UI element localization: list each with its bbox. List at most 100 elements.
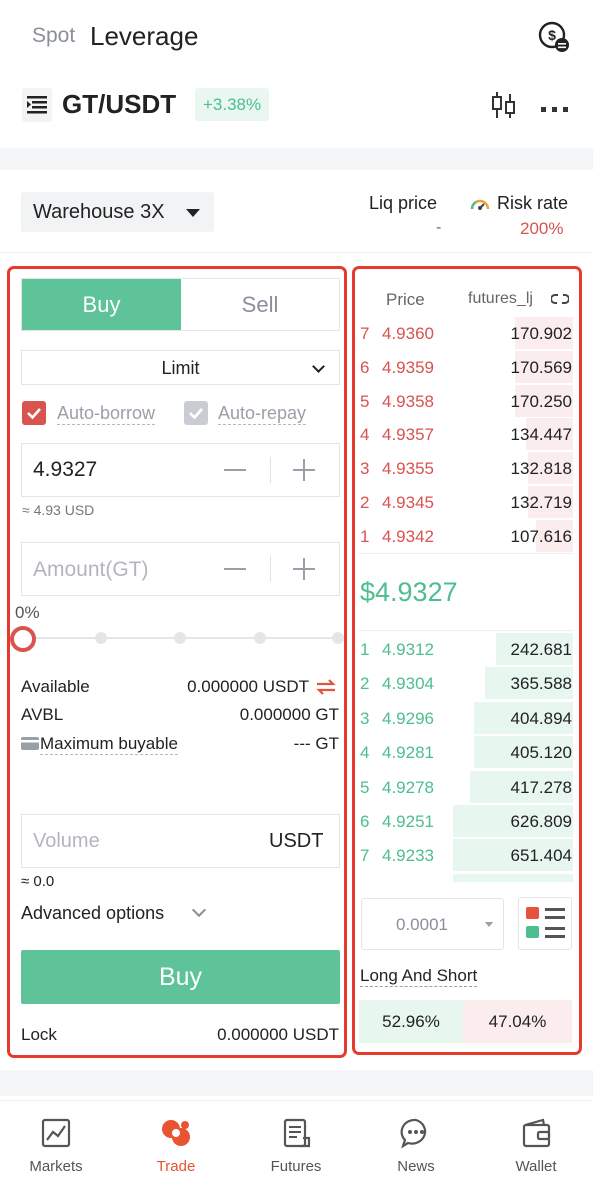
bid-row[interactable]: 1 4.9312 242.681 [358,632,573,666]
slider-step-75[interactable] [254,632,266,644]
long-short-label[interactable]: Long And Short [360,966,478,987]
ask-row[interactable]: 2 4.9345 132.719 [358,485,573,519]
card-icon [21,737,39,750]
ask-row[interactable]: 5 4.9358 170.250 [358,384,573,418]
amount-increase-icon[interactable] [291,556,317,582]
divider [270,556,271,582]
pair-change-badge: +3.38% [195,88,270,121]
nav-futures[interactable]: Futures [246,1110,346,1190]
pair-list-menu-icon[interactable] [22,88,52,122]
bid-row[interactable]: 3 4.9296 404.894 [358,701,573,735]
bid-qty: 651.404 [510,846,572,866]
advanced-options-toggle[interactable]: Advanced options [21,903,164,924]
lock-label: Lock [21,1025,57,1044]
available-label: Available [21,677,90,696]
bid-row[interactable]: 4 4.9281 405.120 [358,735,573,769]
slider-step-25[interactable] [95,632,107,644]
max-buyable-label[interactable]: Maximum buyable [40,734,178,755]
auto-borrow-label[interactable]: Auto-borrow [57,403,156,425]
warehouse-label: Warehouse 3X [33,201,165,223]
nav-trade[interactable]: Trade [126,1110,226,1190]
transfer-icon[interactable] [315,678,337,696]
leverage-tab[interactable]: Leverage [90,21,198,52]
bid-index: 6 [360,812,370,831]
spot-tab[interactable]: Spot [32,24,75,48]
divider [0,1100,593,1101]
bid-row[interactable]: 6 4.9251 626.809 [358,804,573,838]
ask-row[interactable]: 1 4.9342 107.616 [358,519,573,553]
avbl-label: AVBL [21,705,64,724]
volume-placeholder[interactable]: Volume [33,830,100,853]
bid-index: 1 [360,640,370,659]
ask-index: 7 [360,324,370,343]
ask-row[interactable]: 7 4.9360 170.902 [358,316,573,350]
bid-qty: 242.681 [510,640,572,659]
liq-price-value: - [436,219,442,236]
bid-index: 5 [360,777,370,797]
slider-step-100[interactable] [332,632,344,644]
switch-unit-icon[interactable] [550,292,570,306]
sell-tab[interactable]: Sell [181,279,339,330]
ask-row[interactable]: 4 4.9357 134.447 [358,417,573,451]
bid-price: 4.9278 [382,777,434,797]
slider-step-50[interactable] [174,632,186,644]
nav-label: Wallet [515,1158,557,1175]
available-value: 0.000000 USDT [187,677,309,696]
nav-markets[interactable]: Markets [6,1110,106,1190]
precision-select[interactable]: 0.0001 [361,898,504,950]
more-options-icon[interactable] [540,101,570,112]
price-decrease-icon[interactable] [222,457,248,483]
volume-estimate: ≈ 0.0 [21,873,55,890]
bid-row[interactable]: 2 4.9304 365.588 [358,666,573,700]
dollar-exchange-icon[interactable]: $ [537,20,571,54]
caret-down-icon [186,209,200,217]
orderbook-price-header: Price [386,290,425,309]
ask-row[interactable]: 6 4.9359 170.569 [358,350,573,384]
ask-price: 4.9357 [382,425,434,445]
price-input-value[interactable]: 4.9327 [33,458,97,482]
bid-price: 4.9296 [382,708,434,728]
nav-label: News [397,1158,435,1175]
bid-qty: 688.508 [511,881,572,882]
ask-index: 5 [360,391,370,411]
ask-index: 6 [360,357,370,377]
wallet-icon [522,1118,551,1148]
risk-rate-value: 200% [520,219,564,238]
ask-row[interactable]: 3 4.9355 132.818 [358,451,573,485]
orderbook-qty-header[interactable]: futures_lj [468,290,533,308]
buy-tab[interactable]: Buy [22,279,181,330]
bid-row[interactable]: 7 4.9233 651.404 [358,838,573,872]
markets-chart-icon [41,1118,71,1148]
max-buyable-value: --- GT [293,734,339,753]
nav-wallet[interactable]: Wallet [486,1110,586,1190]
bid-price: 4.9281 [382,743,434,763]
ask-price: 4.9345 [382,493,434,512]
ask-price: 4.9355 [382,459,434,479]
warehouse-select[interactable]: Warehouse 3X [21,192,214,232]
buy-button[interactable]: Buy [21,950,340,1004]
ask-index: 3 [360,459,370,479]
candlestick-chart-icon[interactable] [490,90,518,120]
auto-repay-label[interactable]: Auto-repay [218,403,307,425]
last-price: $4.9327 [360,577,458,607]
caret-down-icon [485,922,493,927]
ask-qty: 170.250 [510,391,572,411]
auto-repay-checkbox[interactable] [184,401,208,425]
slider-handle[interactable] [10,626,36,652]
volume-unit: USDT [269,830,324,852]
slider-percent-label: 0% [15,603,40,622]
bid-index: 8 [360,881,369,882]
nav-label: Futures [270,1158,322,1175]
divider [358,553,573,554]
pair-name[interactable]: GT/USDT [62,89,176,120]
order-type-select[interactable]: Limit [21,350,340,385]
amount-decrease-icon[interactable] [222,556,248,582]
bid-index: 2 [360,674,370,694]
amount-placeholder[interactable]: Amount(GT) [33,558,149,582]
price-increase-icon[interactable] [291,457,317,483]
bid-row[interactable]: 5 4.9278 417.278 [358,770,573,804]
orderbook-layout-icon[interactable] [518,897,572,950]
bid-row[interactable]: 8 4.9227 688.508 [358,873,573,882]
nav-news[interactable]: News [366,1110,466,1190]
auto-borrow-checkbox[interactable] [22,401,46,425]
